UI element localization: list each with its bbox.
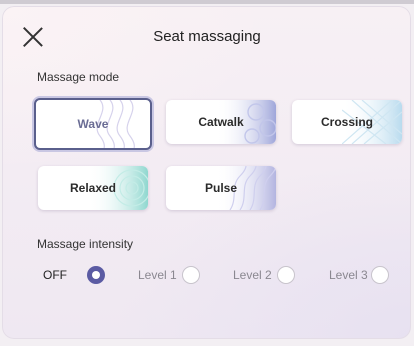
mode-relaxed-button[interactable]: Relaxed [38,166,148,210]
top-divider [0,0,414,4]
mode-crossing-button[interactable]: Crossing [292,100,402,144]
intensity-level3-radio[interactable] [371,266,389,284]
mode-wave-label: Wave [77,117,109,131]
intensity-off-radio[interactable] [87,266,105,284]
mode-pulse-label: Pulse [204,181,237,195]
mode-catwalk-button[interactable]: Catwalk [166,100,276,144]
mode-crossing-label: Crossing [320,115,373,129]
mode-catwalk-label: Catwalk [198,115,244,129]
intensity-level2-label: Level 2 [233,268,272,282]
intensity-radio-group: OFF Level 1 Level 2 Level 3 [0,263,414,287]
intensity-level1-label: Level 1 [138,268,177,282]
intensity-level3-label: Level 3 [329,268,368,282]
mode-relaxed-label: Relaxed [69,181,117,195]
mode-wave-button[interactable]: Wave [34,98,152,150]
massage-intensity-label: Massage intensity [37,237,134,251]
intensity-level1-radio[interactable] [182,266,200,284]
mode-pulse-button[interactable]: Pulse [166,166,276,210]
intensity-off-label: OFF [43,268,67,282]
massage-mode-label: Massage mode [37,70,120,84]
intensity-level2-radio[interactable] [277,266,295,284]
page-title: Seat massaging [153,28,261,45]
